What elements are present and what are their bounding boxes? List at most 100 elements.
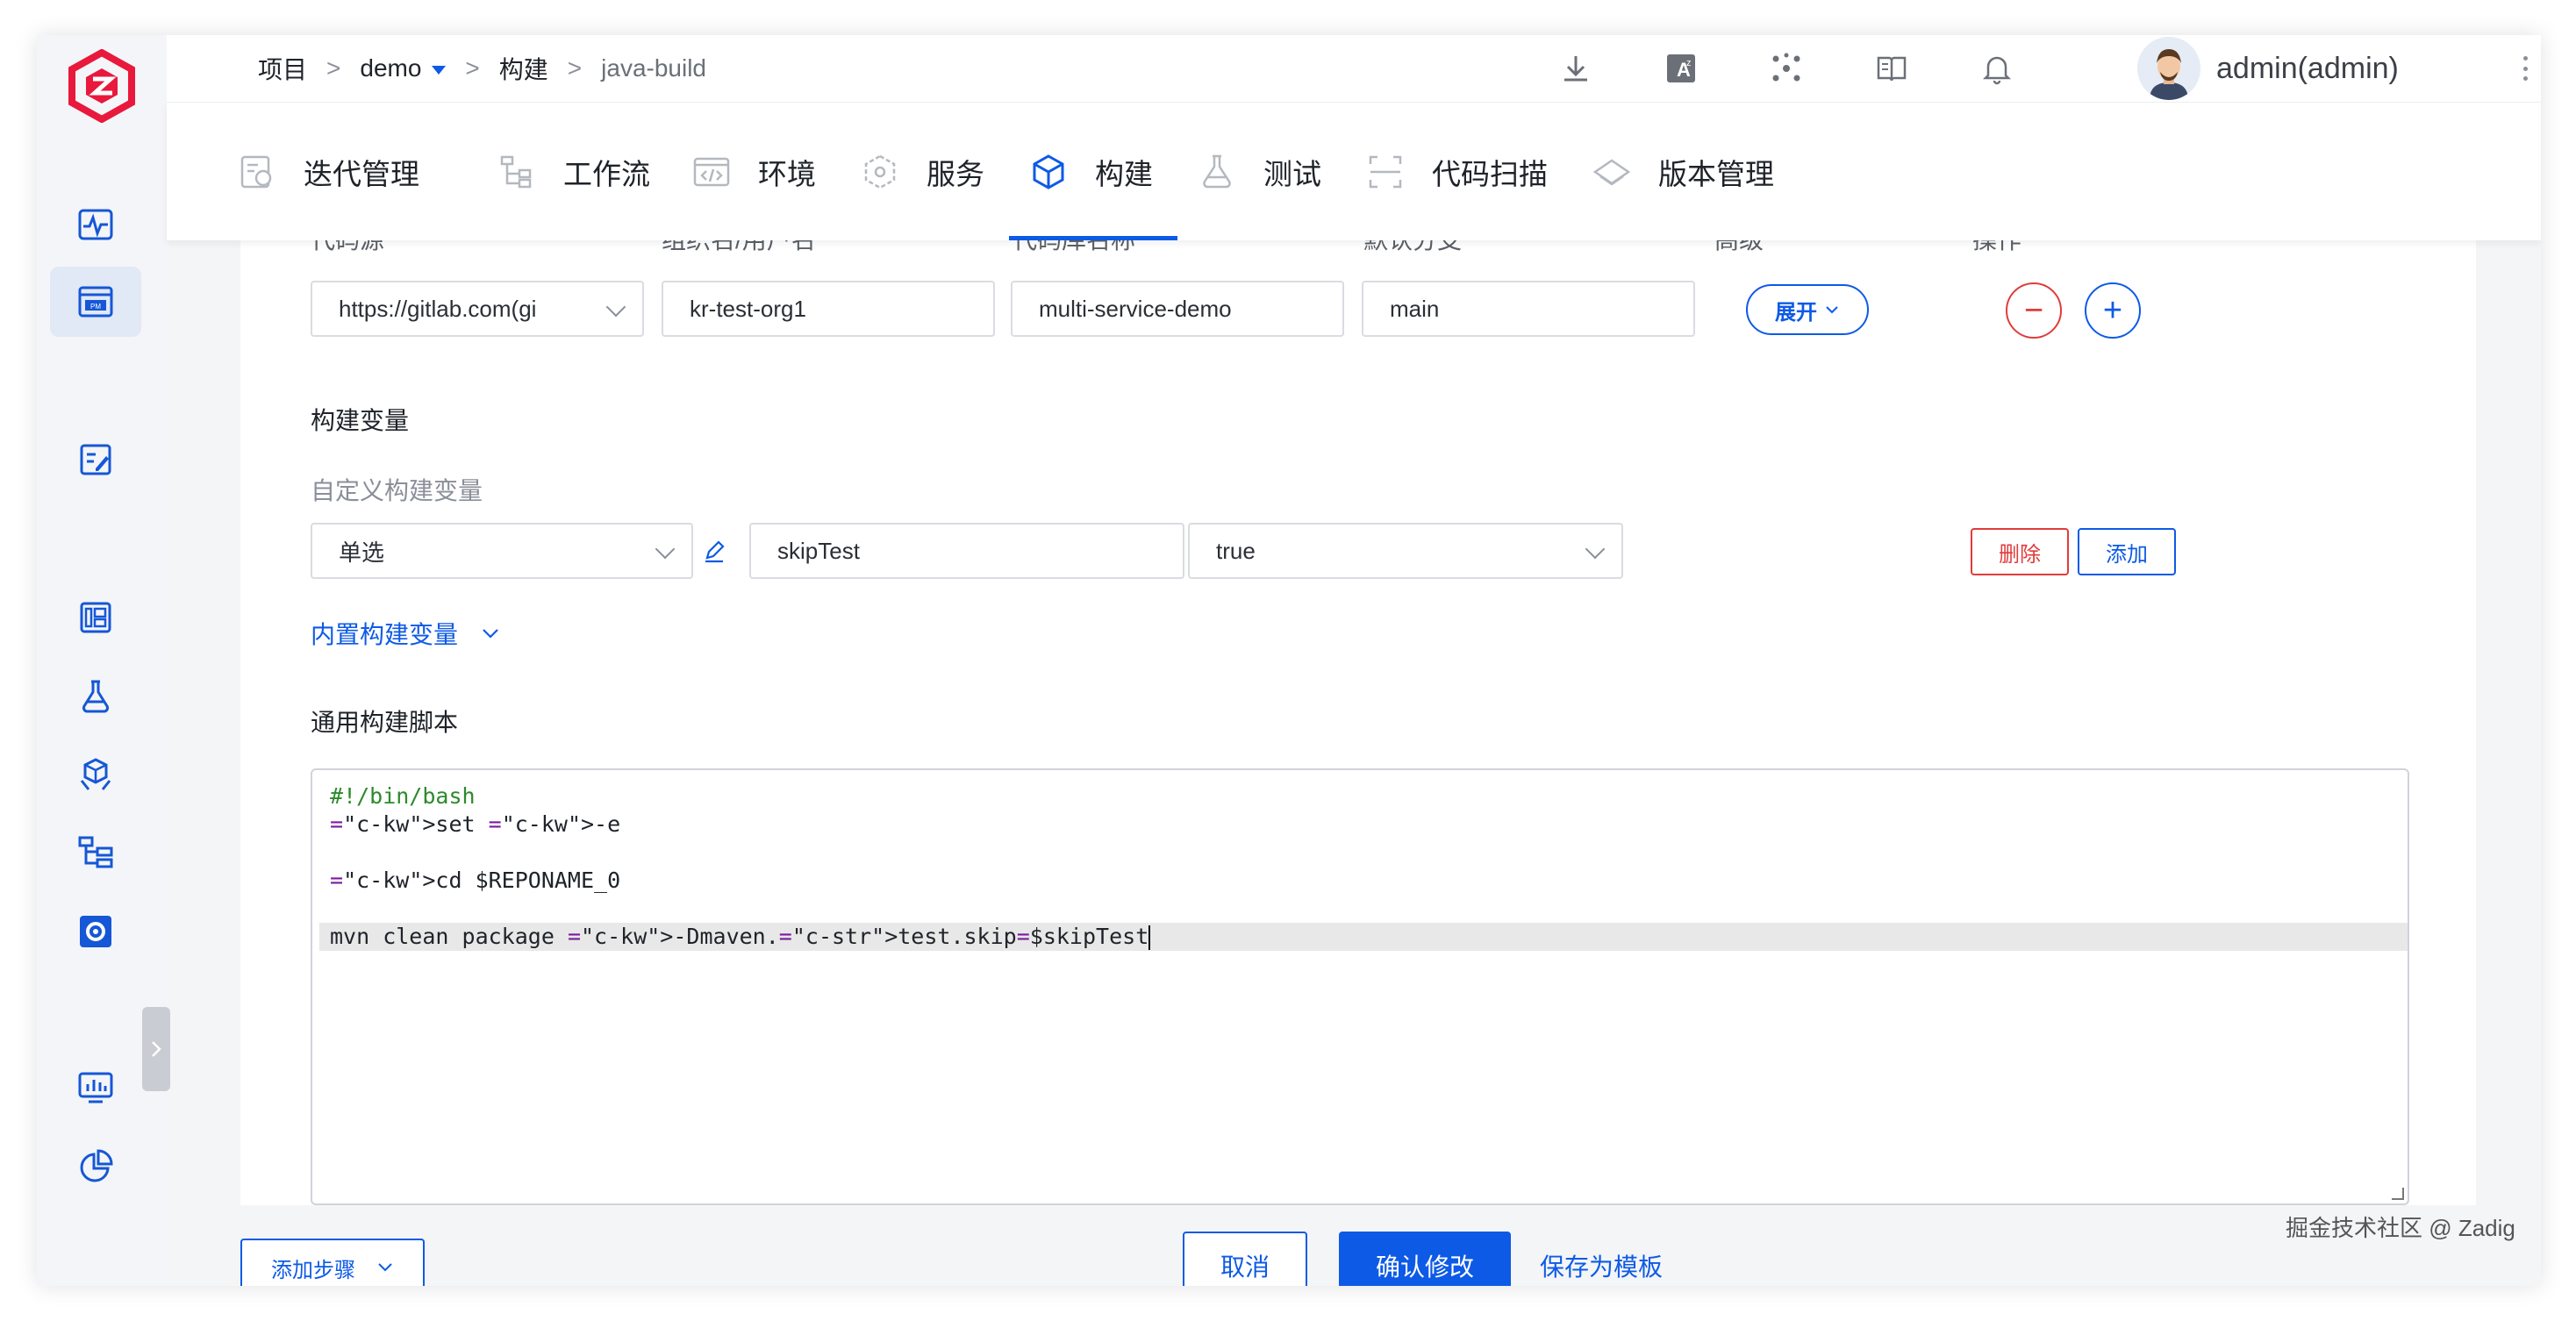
tab-label: 构建 xyxy=(1095,158,1153,190)
resize-handle-icon[interactable] xyxy=(2392,1188,2404,1200)
tab-workflow[interactable]: 工作流 xyxy=(497,103,650,241)
tab-label: 迭代管理 xyxy=(304,158,419,190)
download-icon[interactable] xyxy=(1555,47,1597,89)
active-tab-indicator xyxy=(1009,236,1177,240)
breadcrumb-build[interactable]: 构建 xyxy=(499,51,548,86)
builtin-vars-toggle[interactable]: 内置构建变量 xyxy=(311,616,500,651)
book-icon[interactable] xyxy=(1871,47,1913,89)
breadcrumb-separator: > xyxy=(465,54,480,82)
expand-advanced-button[interactable]: 展开 xyxy=(1746,284,1869,335)
repo-name-input[interactable]: multi-service-demo xyxy=(1011,281,1344,337)
build-config-card: 代码源* 组织名/用户名* 代码库名称* 默认分支* 高级 操作 https:/… xyxy=(240,240,2476,1205)
translate-icon[interactable]: Az xyxy=(1660,47,1702,89)
cancel-button[interactable]: 取消 xyxy=(1183,1232,1307,1286)
delete-var-button[interactable]: 删除 xyxy=(1971,528,2069,575)
avatar[interactable] xyxy=(2137,37,2200,100)
org-input[interactable]: kr-test-org1 xyxy=(662,281,995,337)
svg-text:z: z xyxy=(1686,58,1692,68)
add-var-button[interactable]: 添加 xyxy=(2078,528,2176,575)
breadcrumb-project-name: demo xyxy=(360,54,422,82)
confirm-label: 确认修改 xyxy=(1375,1253,1474,1281)
breadcrumb-project-select[interactable]: demo xyxy=(360,54,447,82)
var-value-select[interactable]: true xyxy=(1188,523,1623,579)
add-repo-button[interactable]: + xyxy=(2085,282,2141,339)
branch-input[interactable]: main xyxy=(1362,281,1695,337)
tab-environment[interactable]: 环境 xyxy=(691,103,816,241)
code-text: mvn clean package ="c-kw">-Dmaven.="c-st… xyxy=(330,924,1149,949)
code-line: ="c-kw">cd $REPONAME_0 xyxy=(330,867,2408,895)
test-flask-icon xyxy=(1203,154,1231,189)
expand-label: 展开 xyxy=(1775,300,1817,325)
add-step-label: 添加步骤 xyxy=(271,1258,355,1282)
sidebar-collapse-toggle[interactable] xyxy=(142,1007,170,1091)
more-vertical-icon[interactable] xyxy=(2515,51,2536,86)
tab-label: 测试 xyxy=(1263,158,1321,190)
tab-label: 环境 xyxy=(758,158,816,190)
service-icon xyxy=(864,154,896,189)
flask-icon[interactable] xyxy=(50,661,141,732)
delete-label: 删除 xyxy=(1999,542,2041,567)
var-type-select[interactable]: 单选 xyxy=(311,523,693,579)
share-network-icon[interactable] xyxy=(1765,47,1807,89)
environment-icon xyxy=(693,157,730,187)
tab-label: 工作流 xyxy=(563,158,650,190)
var-key-input[interactable]: skipTest xyxy=(749,523,1184,579)
pm-project-icon[interactable]: PM xyxy=(50,267,141,337)
tab-code-scan[interactable]: 代码扫描 xyxy=(1365,103,1548,241)
breadcrumb-projects[interactable]: 项目 xyxy=(258,51,307,86)
breadcrumb-separator: > xyxy=(567,54,583,82)
var-type-value: 单选 xyxy=(339,539,385,566)
code-text: #!/bin/bash xyxy=(330,783,476,809)
repo-name-value: multi-service-demo xyxy=(1039,295,1232,322)
bell-icon[interactable] xyxy=(1976,47,2018,89)
tab-label: 代码扫描 xyxy=(1432,158,1548,190)
plus-icon: + xyxy=(2102,292,2123,329)
col-label-org: 组织名/用户名* xyxy=(662,240,831,256)
col-label-actions: 操作 xyxy=(1972,240,2021,256)
code-line-active: mvn clean package ="c-kw">-Dmaven.="c-st… xyxy=(319,923,2408,951)
hands-cube-icon[interactable] xyxy=(50,740,141,810)
remove-repo-button[interactable]: − xyxy=(2006,282,2062,339)
code-line: #!/bin/bash xyxy=(330,782,2408,810)
edit-note-icon[interactable] xyxy=(50,425,141,495)
logo-icon[interactable] xyxy=(65,48,139,124)
pie-chart-icon[interactable] xyxy=(50,1132,141,1202)
tab-service[interactable]: 服务 xyxy=(860,103,984,241)
gear-box-icon[interactable] xyxy=(50,896,141,967)
footer-actions: 添加步骤 取消 确认修改 保存为模板 xyxy=(167,1205,2541,1286)
chevron-down-icon xyxy=(378,1263,392,1272)
iteration-icon xyxy=(240,155,272,189)
edit-pencil-icon[interactable] xyxy=(700,537,728,565)
tab-iteration[interactable]: 迭代管理 xyxy=(237,103,419,241)
module-nav: 迭代管理 工作流 环境 服务 构建 测试 代码扫描 版本管理 xyxy=(167,102,2541,240)
code-source-select[interactable]: https://gitlab.com(gi xyxy=(311,281,644,337)
save-template-label: 保存为模板 xyxy=(1539,1253,1663,1281)
tab-version[interactable]: 版本管理 xyxy=(1592,103,1774,241)
code-text: ="c-kw">set ="c-kw">-e xyxy=(330,811,621,837)
var-value-value: true xyxy=(1216,537,1256,564)
code-line: ="c-kw">set ="c-kw">-e xyxy=(330,810,2408,839)
confirm-button[interactable]: 确认修改 xyxy=(1339,1232,1511,1286)
script-title: 通用构建脚本 xyxy=(311,709,459,736)
workflow-icon xyxy=(500,155,532,189)
pulse-monitor-icon[interactable] xyxy=(50,189,141,260)
col-label-repo: 代码库名称* xyxy=(1013,240,1150,256)
version-icon xyxy=(1592,159,1631,186)
dashboard-icon[interactable] xyxy=(50,582,141,653)
text-caret xyxy=(1148,925,1151,950)
save-template-button[interactable]: 保存为模板 xyxy=(1535,1232,1667,1286)
add-step-button[interactable]: 添加步骤 xyxy=(240,1239,425,1286)
add-label: 添加 xyxy=(2106,542,2148,567)
build-vars-title: 构建变量 xyxy=(311,407,410,434)
user-name[interactable]: admin(admin) xyxy=(2216,35,2399,102)
minus-icon: − xyxy=(2023,292,2044,329)
breadcrumb-current: java-build xyxy=(601,54,707,82)
tree-structure-icon[interactable] xyxy=(50,818,141,888)
monitor-chart-icon[interactable] xyxy=(50,1053,141,1123)
chevron-down-icon xyxy=(1826,306,1838,314)
script-editor[interactable]: #!/bin/bash ="c-kw">set ="c-kw">-e ="c-k… xyxy=(311,768,2409,1205)
branch-value: main xyxy=(1390,295,1440,322)
code-text: ="c-kw">cd $REPONAME_0 xyxy=(330,868,621,893)
tab-build[interactable]: 构建 xyxy=(1028,103,1153,241)
tab-test[interactable]: 测试 xyxy=(1197,103,1321,241)
